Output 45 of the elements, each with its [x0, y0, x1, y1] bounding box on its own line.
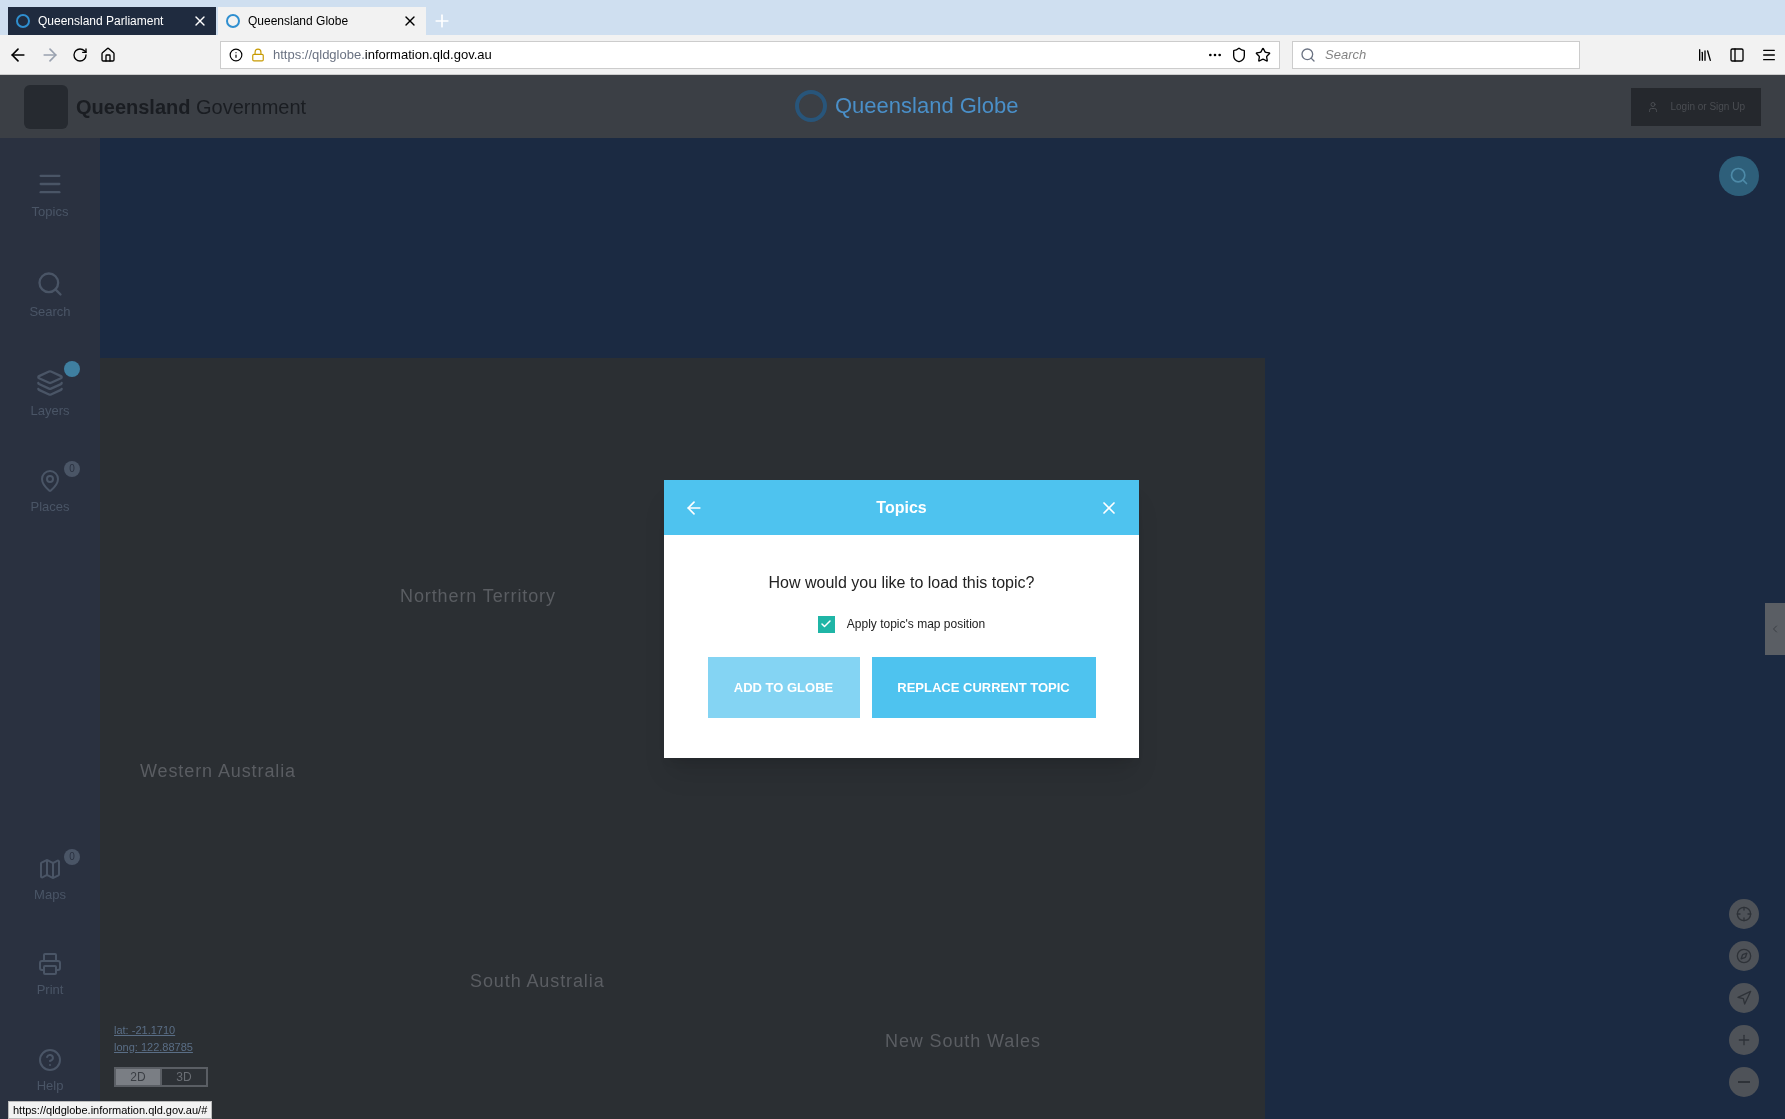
globe-logo-icon: [795, 89, 827, 122]
plus-icon: [1736, 1032, 1752, 1048]
star-icon[interactable]: [1255, 46, 1271, 63]
tab-title: Queensland Parliament: [38, 13, 165, 30]
browser-tab[interactable]: Queensland Parliament: [8, 7, 216, 35]
navigation-icon: [1736, 990, 1752, 1006]
checkbox[interactable]: [817, 615, 835, 633]
reload-icon[interactable]: [72, 46, 88, 63]
tab-title: Queensland Globe: [248, 13, 350, 30]
search-icon: [1729, 166, 1749, 186]
info-icon: [229, 47, 243, 62]
panel-handle[interactable]: [1765, 603, 1785, 655]
latitude-text: lat: -21.1710: [114, 1023, 177, 1038]
home-icon[interactable]: [100, 46, 116, 63]
view-mode-toggle[interactable]: 3D: [162, 1069, 206, 1085]
library-icon[interactable]: [1697, 46, 1713, 63]
minus-icon: [1738, 1081, 1750, 1083]
printer-icon: [38, 952, 62, 976]
checkbox-label: Apply topic's map position: [846, 616, 986, 633]
shield-icon[interactable]: [1231, 46, 1247, 63]
lock-icon: [251, 47, 265, 62]
replace-button[interactable]: REPLACE CURRENT TOPIC: [871, 657, 1096, 718]
search-icon: [1300, 46, 1316, 63]
check-icon: [820, 618, 833, 630]
map-icon: [38, 856, 62, 881]
app-title: Queensland Globe: [835, 92, 1019, 120]
globe-favicon-icon: [16, 14, 30, 28]
globe-favicon-icon: [226, 14, 240, 28]
user-icon: [1646, 100, 1659, 113]
add-button[interactable]: ADD TO GLOBE: [707, 657, 860, 718]
view-mode-toggle[interactable]: 2D: [116, 1069, 160, 1085]
browser-search-field[interactable]: Search: [1292, 40, 1580, 69]
crosshair-icon: [1736, 906, 1752, 922]
dialog-title: Topics: [875, 497, 928, 518]
help-icon: [38, 1047, 62, 1072]
compass-icon: [1736, 948, 1752, 964]
browser-tab[interactable]: Queensland Globe: [218, 7, 426, 35]
search-icon: [36, 269, 64, 298]
layers-icon: [36, 369, 64, 397]
url-text: https://qldglobe.information.qld.gov.au: [273, 45, 493, 64]
longitude-text: long: 122.88785: [114, 1039, 193, 1055]
dialog-question: How would you like to load this topic?: [768, 573, 1035, 593]
pin-icon: [38, 468, 62, 493]
sidebar-icon[interactable]: [1729, 46, 1745, 63]
address-field[interactable]: https://qldglobe.information.qld.gov.au: [220, 40, 1280, 69]
